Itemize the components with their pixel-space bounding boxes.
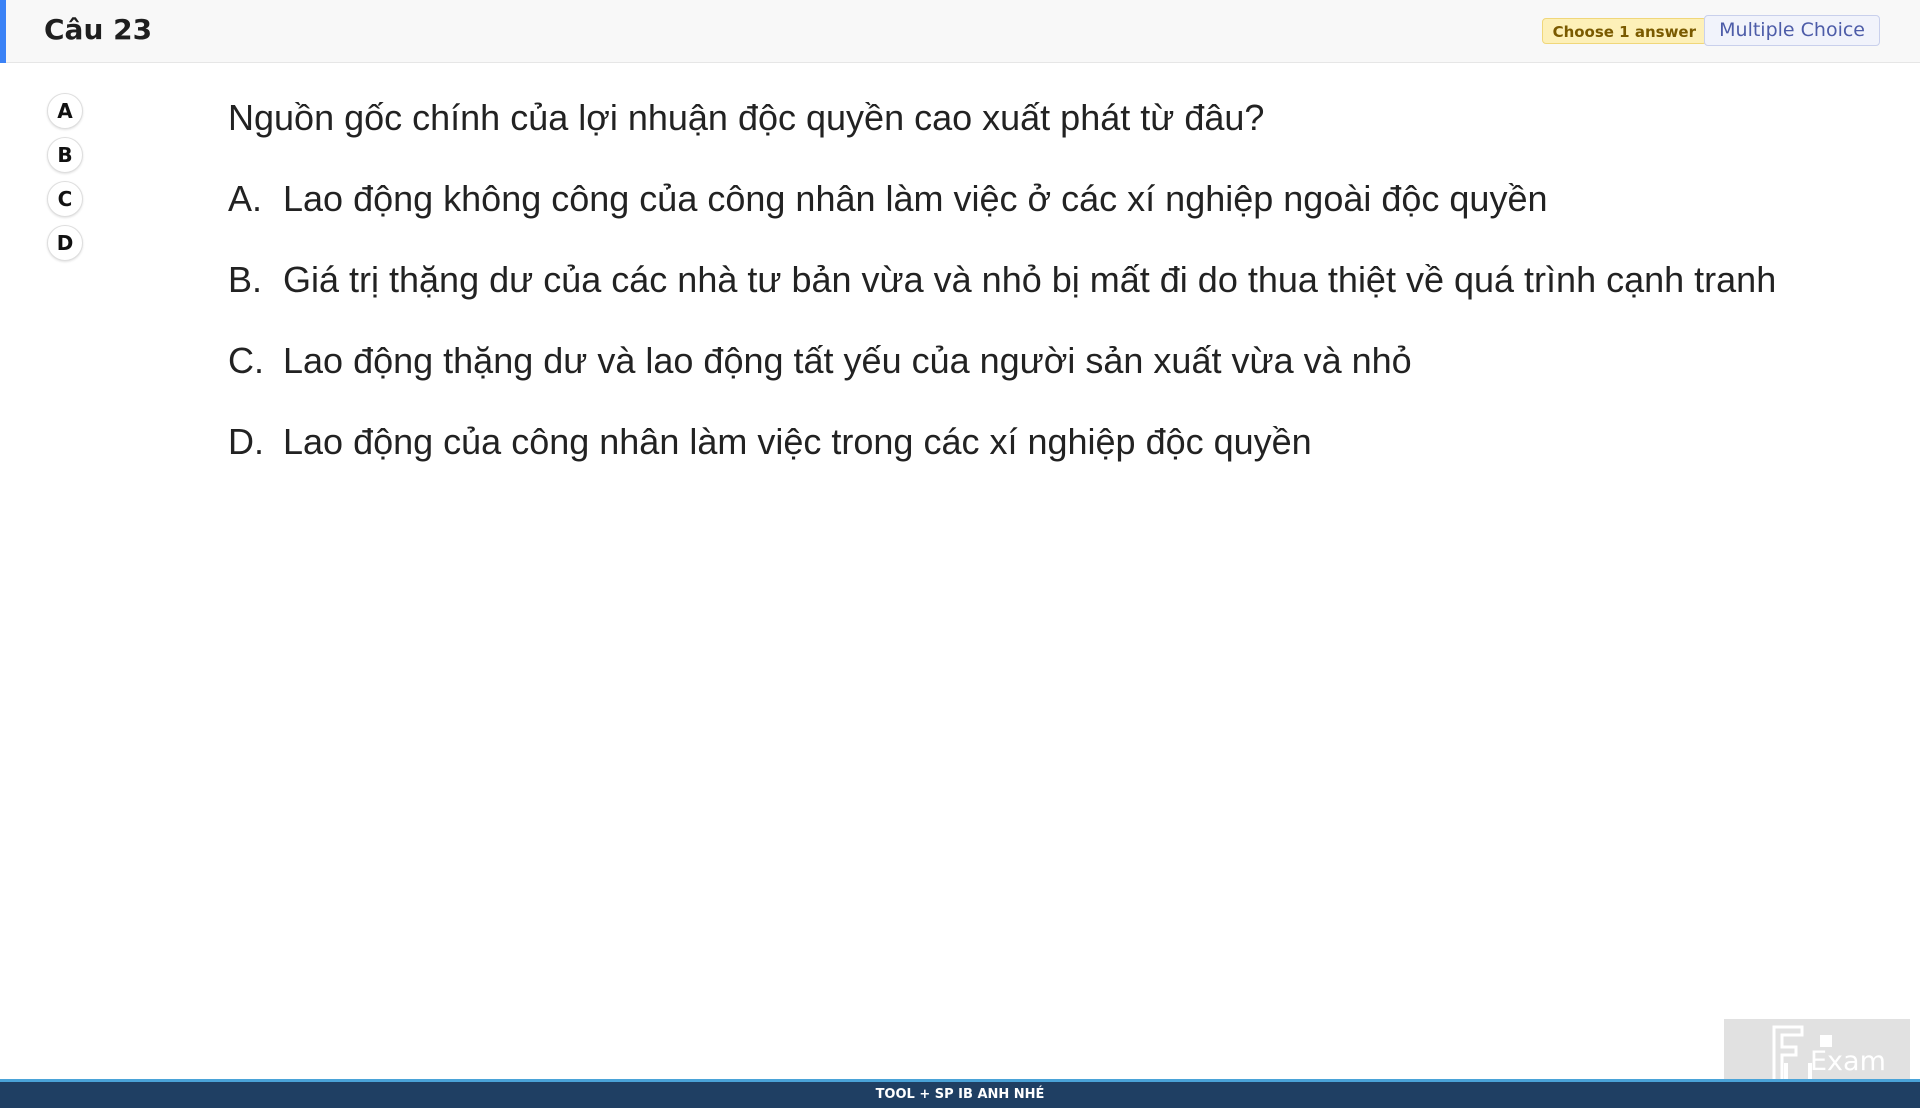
option-c: C. Lao động thặng dư và lao động tất yếu … <box>228 335 1776 387</box>
option-b-text: Giá trị thặng dư của các nhà tư bản vừa … <box>283 259 1777 300</box>
choose-answer-badge: Choose 1 answer <box>1541 18 1707 44</box>
question-type-badge: Multiple Choice <box>1704 15 1880 46</box>
option-b: B. Giá trị thặng dư của các nhà tư bản vừ… <box>228 254 1776 306</box>
question-content: Nguồn gốc chính của lợi nhuận độc quyền … <box>228 92 1776 497</box>
answer-button-c[interactable]: C <box>47 181 83 217</box>
option-c-text: Lao động thặng dư và lao động tất yếu củ… <box>283 340 1412 381</box>
option-b-letter: B. <box>228 259 263 300</box>
question-number: Câu 23 <box>44 13 153 46</box>
option-a-letter: A. <box>228 178 263 219</box>
option-c-letter: C. <box>228 340 264 381</box>
option-a-text: Lao động không công của công nhân làm vi… <box>283 178 1548 219</box>
answer-selector: A B C D <box>47 93 83 269</box>
answer-button-d[interactable]: D <box>47 225 83 261</box>
question-header: Câu 23 Choose 1 answer Multiple Choice <box>0 0 1920 63</box>
header-accent-bar <box>0 0 6 63</box>
option-d-text: Lao động của công nhân làm việc trong cá… <box>283 421 1312 462</box>
option-d-letter: D. <box>228 421 264 462</box>
answer-button-b[interactable]: B <box>47 137 83 173</box>
option-d: D. Lao động của công nhân làm việc trong … <box>228 416 1776 468</box>
answer-button-a[interactable]: A <box>47 93 83 129</box>
quiz-page: Câu 23 Choose 1 answer Multiple Choice A… <box>0 0 1920 1108</box>
footer-text: TOOL + SP IB ANH NHÉ <box>875 1087 1045 1102</box>
option-a: A. Lao động không công của công nhân làm … <box>228 173 1776 225</box>
svg-text:Exam: Exam <box>1810 1046 1886 1077</box>
footer-bar: TOOL + SP IB ANH NHÉ <box>0 1079 1920 1108</box>
question-text: Nguồn gốc chính của lợi nhuận độc quyền … <box>228 97 1265 138</box>
